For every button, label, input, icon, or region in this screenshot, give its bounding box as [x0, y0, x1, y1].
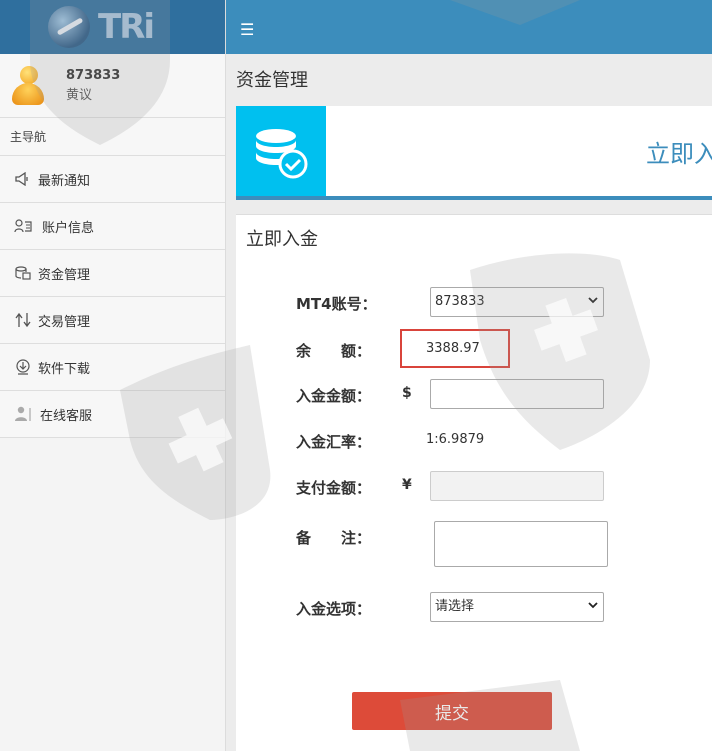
sidebar-item-trading[interactable]: 交易管理 [0, 297, 225, 344]
sidebar-item-label: 最新通知 [38, 173, 91, 189]
database-check-icon [236, 106, 326, 196]
main-content: 资金管理 立即入金 立即入金 MT4账号： 873833 余 额： 3388.9… [226, 54, 712, 751]
user-id: 873833 [66, 67, 121, 83]
top-bar: ☰ [226, 0, 712, 54]
nav-caption: 主导航 [0, 118, 225, 156]
exchange-rate-label: 入金汇率： [296, 433, 372, 451]
sidebar-item-label: 账户信息 [42, 220, 95, 236]
globe-logo-icon [48, 6, 90, 48]
balance-label: 余 额： [296, 342, 372, 360]
funds-icon [14, 264, 32, 282]
megaphone-icon [14, 170, 32, 188]
dollar-symbol: $ [402, 385, 412, 401]
user-card-icon [14, 217, 32, 235]
deposit-banner: 立即入金 [236, 106, 712, 200]
deposit-amount-input[interactable] [430, 379, 604, 409]
remark-label: 备 注： [296, 529, 372, 547]
logo-text: TRi [98, 7, 155, 47]
deposit-form: 立即入金 MT4账号： 873833 余 额： 3388.97 入金金额： $ … [236, 214, 712, 751]
exchange-rate-value: 1:6.9879 [426, 432, 485, 447]
sidebar: TRi 873833 黄议 主导航 最新通知 账户信息 资金管理 交易管理 软件… [0, 0, 226, 751]
sidebar-item-support[interactable]: 在线客服 [0, 391, 225, 438]
hamburger-icon[interactable]: ☰ [240, 20, 254, 39]
logo[interactable]: TRi [0, 0, 225, 54]
mt4-account-select[interactable]: 873833 [430, 287, 604, 317]
user-name: 黄议 [66, 87, 93, 103]
mt4-account-value: 873833 [430, 287, 604, 317]
sidebar-item-notices[interactable]: 最新通知 [0, 156, 225, 203]
trade-icon [14, 311, 32, 329]
deposit-option-label: 入金选项： [296, 600, 372, 618]
deposit-amount-label: 入金金额： [296, 387, 372, 405]
sidebar-item-label: 在线客服 [40, 408, 93, 424]
form-heading: 立即入金 [246, 229, 318, 250]
banner-title: 立即入金 [646, 140, 712, 168]
sidebar-item-label: 软件下载 [38, 361, 91, 377]
page-title: 资金管理 [236, 70, 308, 91]
sidebar-item-label: 交易管理 [38, 314, 91, 330]
avatar [12, 65, 44, 106]
payment-amount-label: 支付金额： [296, 479, 372, 497]
user-panel: 873833 黄议 [0, 54, 225, 118]
download-icon [14, 358, 32, 376]
balance-value: 3388.97 [426, 341, 480, 356]
sidebar-item-downloads[interactable]: 软件下载 [0, 344, 225, 391]
mt4-account-label: MT4账号： [296, 295, 377, 313]
submit-button[interactable]: 提交 [352, 692, 552, 730]
sidebar-item-funds[interactable]: 资金管理 [0, 250, 225, 297]
deposit-option-value: 请选择 [430, 592, 604, 622]
remark-textarea[interactable] [434, 521, 608, 567]
yuan-symbol: ¥ [402, 477, 412, 493]
deposit-option-select[interactable]: 请选择 [430, 592, 604, 622]
support-icon [14, 405, 32, 423]
sidebar-item-label: 资金管理 [38, 267, 91, 283]
sidebar-item-account[interactable]: 账户信息 [0, 203, 225, 250]
payment-amount-field [430, 471, 604, 501]
